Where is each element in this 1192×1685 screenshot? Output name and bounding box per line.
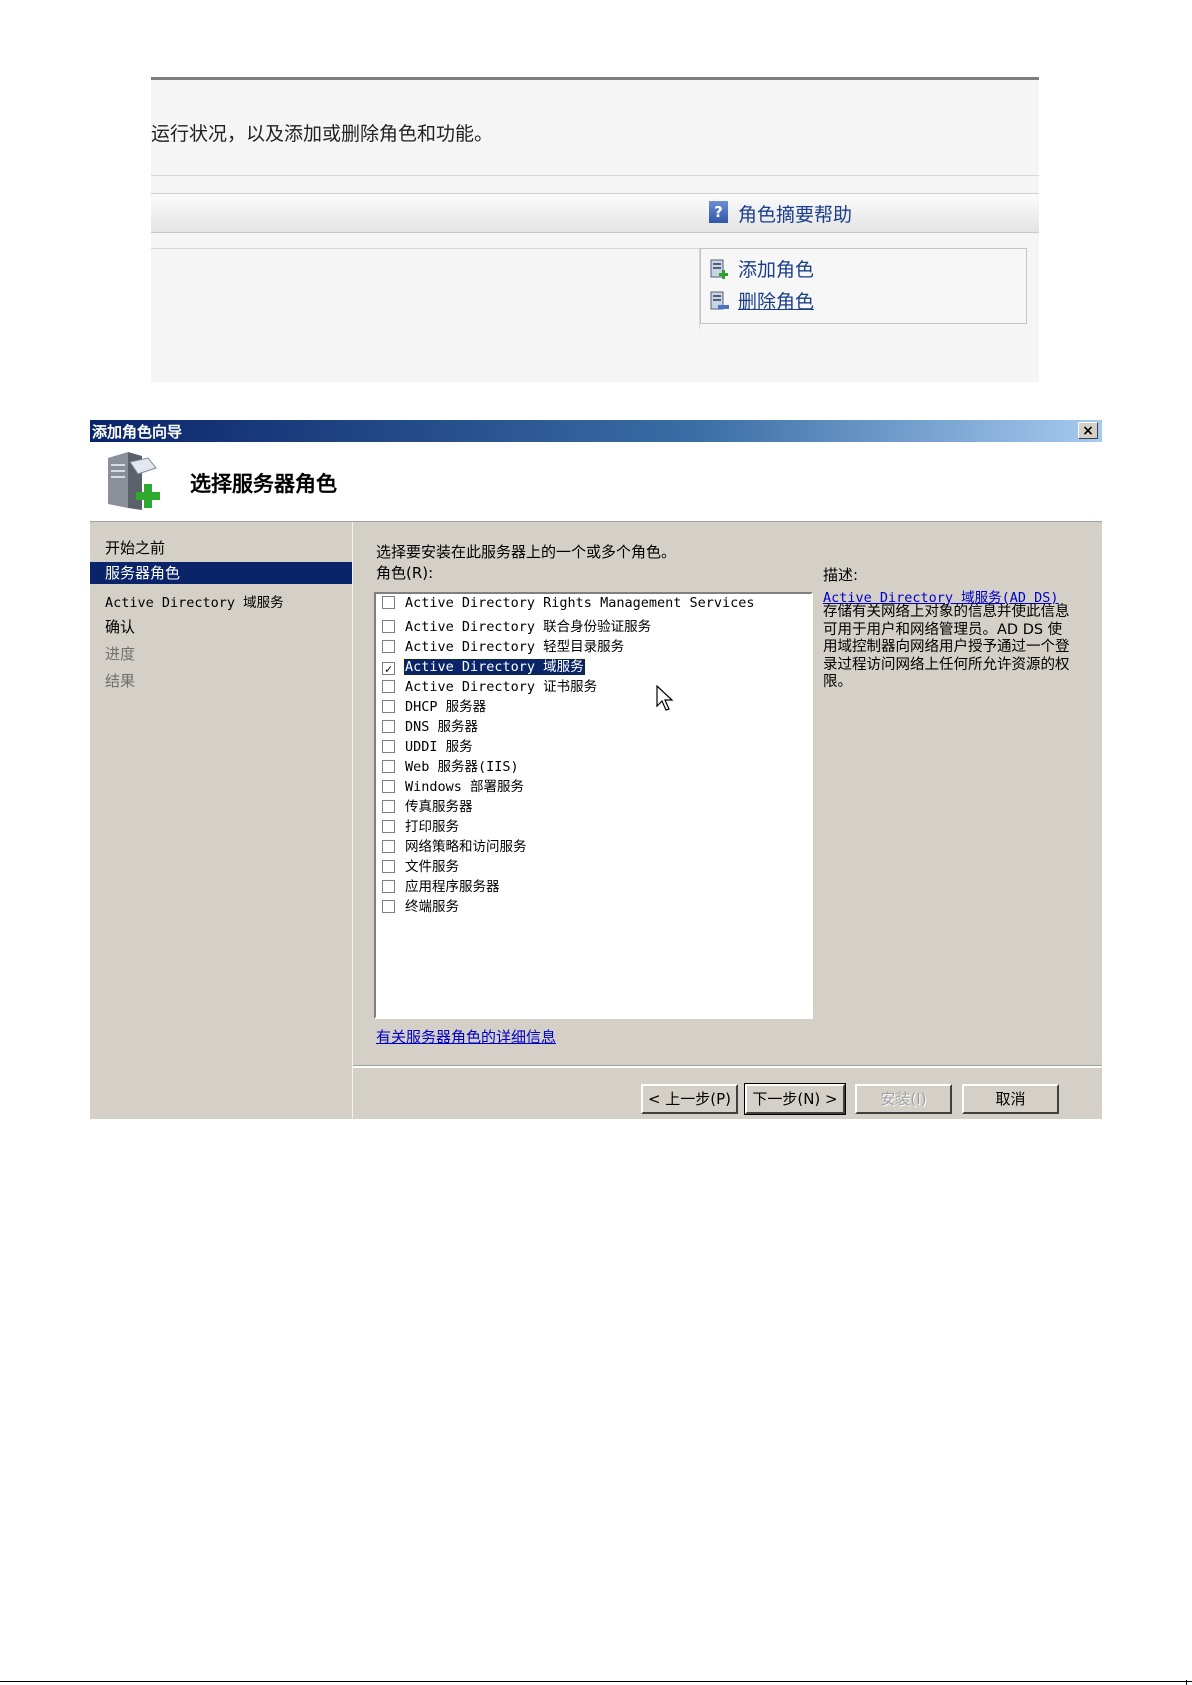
role-label: 网络策略和访问服务 (405, 839, 527, 855)
role-label: 文件服务 (405, 859, 459, 875)
role-checkbox[interactable] (382, 760, 395, 773)
role-label: Active Directory Rights Management Servi… (405, 595, 755, 611)
instruction-text: 选择要安装在此服务器上的一个或多个角色。 (376, 543, 677, 561)
role-checkbox[interactable] (382, 860, 395, 873)
role-label: Active Directory 证书服务 (405, 679, 598, 695)
divider (151, 77, 1039, 80)
back-button[interactable]: < 上一步(P) (641, 1084, 738, 1114)
description-text: 存储有关网络上对象的信息并使此信息可用于用户和网络管理员。AD DS 使用域控制… (823, 604, 1070, 690)
page-bottom-rule (0, 1681, 1192, 1682)
page-title: 选择服务器角色 (190, 472, 337, 496)
add-roles-label: 添加角色 (738, 259, 815, 281)
remove-role-icon (709, 290, 731, 312)
role-item[interactable]: 传真服务器 (382, 795, 474, 815)
role-checkbox[interactable] (382, 740, 395, 753)
role-item[interactable]: Active Directory 证书服务 (382, 675, 598, 695)
role-item[interactable]: ✓ Active Directory 域服务 (382, 655, 586, 676)
wizard-nav-pane (90, 522, 353, 1119)
close-button[interactable]: × (1078, 422, 1098, 439)
roles-summary-content (151, 248, 700, 329)
nav-item-confirmation[interactable]: 确认 (105, 616, 135, 637)
role-checkbox[interactable]: ✓ (382, 662, 395, 676)
role-label: Active Directory 联合身份验证服务 (405, 619, 652, 635)
role-label: Web 服务器(IIS) (405, 759, 519, 775)
role-checkbox[interactable] (382, 680, 395, 693)
role-label: 终端服务 (405, 899, 459, 915)
role-item[interactable]: 终端服务 (382, 895, 460, 915)
role-label: Active Directory 轻型目录服务 (405, 639, 625, 655)
role-label: 应用程序服务器 (405, 879, 500, 895)
nav-item-before-you-begin[interactable]: 开始之前 (105, 537, 165, 558)
help-icon[interactable]: ? (709, 201, 728, 223)
role-checkbox[interactable] (382, 620, 395, 633)
roles-summary-intro: 运行状况，以及添加或删除角色和功能。 (151, 123, 494, 145)
nav-item-progress: 进度 (105, 645, 136, 663)
roles-list-label: 角色(R): (376, 564, 434, 582)
role-label: Windows 部署服务 (405, 779, 525, 795)
server-roles-icon (102, 450, 166, 512)
role-label: UDDI 服务 (405, 739, 473, 755)
role-checkbox[interactable] (382, 880, 395, 893)
role-checkbox[interactable] (382, 840, 395, 853)
role-item[interactable]: Active Directory Rights Management Servi… (382, 595, 756, 614)
title-bar[interactable] (90, 420, 1102, 442)
role-checkbox[interactable] (382, 780, 395, 793)
role-label: 打印服务 (405, 819, 459, 835)
description-label: 描述: (823, 566, 859, 584)
add-roles-wizard-dialog: 添加角色向导 × 选择服务器角色 开始之前 服务器角色 Active Direc… (90, 420, 1102, 1119)
ad-ds-description-link[interactable]: Active Directory 域服务(AD DS) (823, 586, 1059, 606)
role-item[interactable]: 网络策略和访问服务 (382, 835, 528, 855)
role-checkbox[interactable] (382, 900, 395, 913)
role-item[interactable]: Active Directory 轻型目录服务 (382, 635, 625, 655)
add-roles-link[interactable]: 添加角色 (709, 255, 814, 282)
roles-summary-help-link[interactable]: 角色摘要帮助 (738, 200, 852, 227)
role-checkbox[interactable] (382, 800, 395, 813)
role-item[interactable]: Active Directory 联合身份验证服务 (382, 615, 652, 635)
role-item[interactable]: Windows 部署服务 (382, 775, 525, 795)
nav-item-ad-ds[interactable]: Active Directory 域服务 (105, 591, 284, 611)
cancel-button[interactable]: 取消 (962, 1084, 1059, 1114)
install-button: 安装(I) (855, 1084, 952, 1114)
role-checkbox[interactable] (382, 820, 395, 833)
next-button[interactable]: 下一步(N) > (744, 1083, 846, 1115)
page-corner-mark (1186, 1680, 1192, 1685)
role-checkbox[interactable] (382, 640, 395, 653)
role-checkbox[interactable] (382, 700, 395, 713)
role-item[interactable]: 应用程序服务器 (382, 875, 501, 895)
server-manager-panel: 运行状况，以及添加或删除角色和功能。 ? 角色摘要帮助 添加角色 删除角色 (151, 77, 1039, 382)
remove-roles-label: 删除角色 (738, 291, 815, 313)
role-checkbox[interactable] (382, 596, 395, 609)
role-item[interactable]: UDDI 服务 (382, 735, 474, 755)
role-item[interactable]: 打印服务 (382, 815, 460, 835)
role-item[interactable]: Web 服务器(IIS) (382, 755, 520, 775)
add-role-icon (709, 258, 731, 280)
role-item[interactable]: DNS 服务器 (382, 715, 479, 735)
role-checkbox[interactable] (382, 720, 395, 733)
role-label: Active Directory 域服务 (403, 658, 586, 676)
role-label: 传真服务器 (405, 799, 473, 815)
mouse-pointer-icon (656, 684, 674, 713)
button-divider (353, 1065, 1102, 1068)
more-about-server-roles-link[interactable]: 有关服务器角色的详细信息 (376, 1026, 556, 1047)
remove-roles-link[interactable]: 删除角色 (709, 287, 814, 314)
roles-summary-header (151, 193, 1039, 233)
nav-item-results: 结果 (105, 672, 136, 690)
role-label: DNS 服务器 (405, 719, 479, 735)
role-item[interactable]: 文件服务 (382, 855, 460, 875)
window-title: 添加角色向导 (92, 423, 183, 441)
divider (151, 175, 1039, 176)
role-label: DHCP 服务器 (405, 699, 487, 715)
role-item[interactable]: DHCP 服务器 (382, 695, 487, 715)
nav-item-server-roles[interactable]: 服务器角色 (90, 562, 352, 584)
